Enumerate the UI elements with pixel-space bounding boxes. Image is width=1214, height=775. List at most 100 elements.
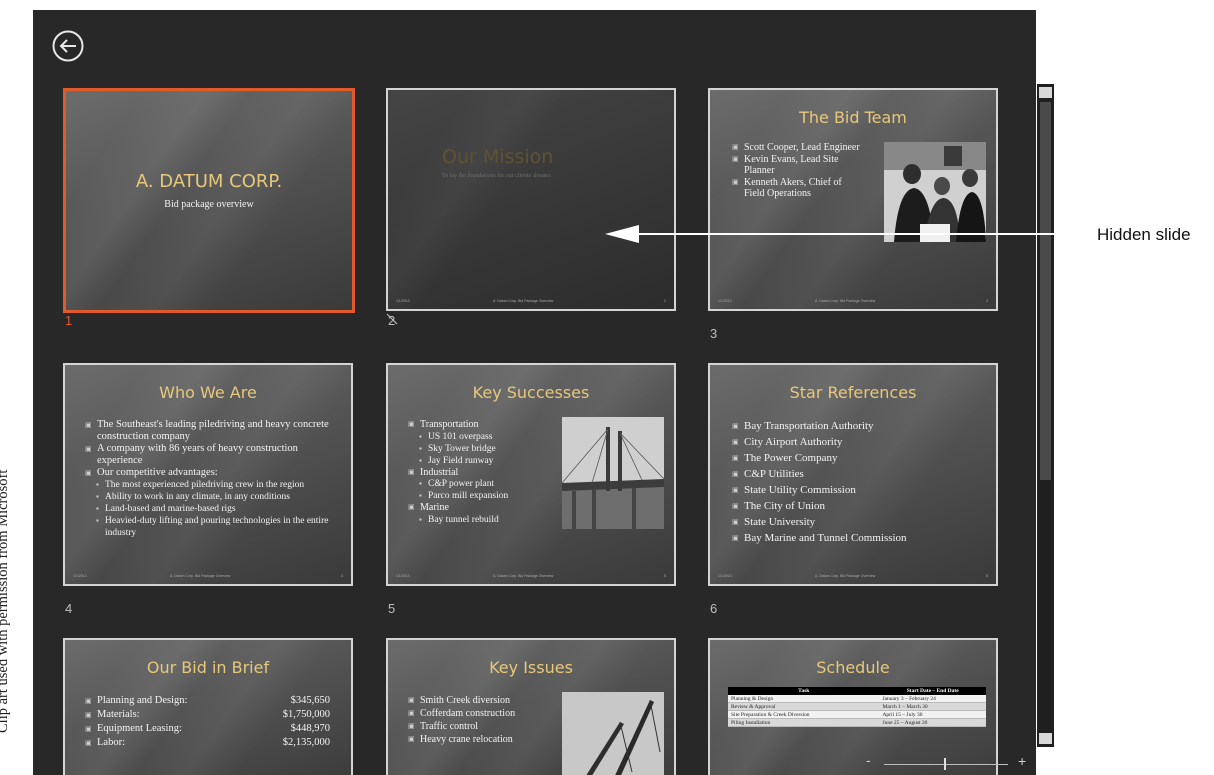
- slide-thumbnail-3[interactable]: The Bid Team Scott Cooper, Lead Engineer…: [708, 88, 998, 311]
- bullet: C&P Utilities: [732, 466, 982, 482]
- slide-footer-number: 2: [664, 299, 666, 303]
- back-arrow-icon[interactable]: [52, 30, 84, 62]
- table-cell: June 25 – August 20: [879, 718, 986, 727]
- bullet: Traffic control: [408, 720, 568, 733]
- slide-footer-number: 6: [986, 574, 988, 578]
- image-credit: Clip art used with permission from Micro…: [0, 469, 11, 733]
- slide-title: Our Mission: [442, 146, 554, 168]
- schedule-table: Task Start Date – End Date Planning & De…: [728, 687, 986, 727]
- slide-title: The Bid Team: [799, 108, 907, 127]
- bullet: Cofferdam construction: [408, 707, 568, 720]
- slide-thumbnail-9[interactable]: Schedule Task Start Date – End Date Plan…: [708, 638, 998, 775]
- slide-number: 5: [388, 601, 396, 616]
- slide-title: A. DATUM CORP.: [135, 171, 283, 192]
- bid-row-amount: $345,650: [290, 695, 330, 706]
- slide-bullets: Transportation US 101 overpass Sky Tower…: [408, 419, 568, 526]
- bullet: Bay Transportation Authority: [732, 418, 982, 434]
- slide-number: 3: [710, 326, 718, 341]
- callout-line: [636, 233, 1081, 235]
- table-cell: Piling Installation: [728, 718, 880, 727]
- slide-footer-text: A. Datum Corp. Bid Package Overview: [170, 574, 231, 578]
- bullet: A company with 86 years of heavy constru…: [85, 443, 345, 467]
- bullet: State University: [732, 514, 982, 530]
- slide-thumbnail-4[interactable]: Who We Are The Southeast's leading piled…: [63, 363, 353, 586]
- slide-footer-number: 5: [664, 574, 666, 578]
- bullet: Scott Cooper, Lead Engineer: [732, 142, 862, 154]
- bullet: Bay Marine and Tunnel Commission: [732, 530, 982, 546]
- table-cell: Site Preparation & Creek Diversion: [728, 710, 880, 719]
- bullet: The Power Company: [732, 450, 982, 466]
- zoom-thumb[interactable]: [944, 758, 946, 770]
- slide-title: Key Successes: [472, 383, 590, 402]
- slide-title: Schedule: [816, 658, 890, 677]
- zoom-slider[interactable]: - +: [862, 752, 1032, 774]
- bid-row-label: Labor:: [97, 737, 125, 748]
- table-cell: March 1 – March 30: [879, 702, 986, 711]
- table-cell: Planning & Design: [728, 695, 880, 703]
- bid-row-label: Materials:: [97, 709, 140, 720]
- slide-footer-date: 1/1/2013: [718, 299, 732, 303]
- sub-bullet: Land-based and marine-based rigs: [85, 503, 345, 515]
- slide-bullets: Smith Creek diversion Cofferdam construc…: [408, 694, 568, 746]
- slide-bullets: Scott Cooper, Lead Engineer Kevin Evans,…: [732, 142, 862, 200]
- slide-thumbnail-5[interactable]: Key Successes Transportation US 101 over…: [386, 363, 676, 586]
- zoom-out-button[interactable]: -: [866, 752, 871, 768]
- slide-number: 4: [65, 601, 73, 616]
- team-photo: [884, 142, 986, 242]
- table-row: Site Preparation & Creek Diversion April…: [728, 710, 986, 719]
- scroll-up-button[interactable]: [1039, 87, 1052, 98]
- scroll-down-button[interactable]: [1039, 733, 1052, 744]
- bullet: Heavy crane relocation: [408, 733, 568, 746]
- hidden-slide-number: 2: [386, 313, 400, 328]
- crane-photo: [562, 692, 664, 775]
- bridge-photo: [562, 417, 664, 529]
- table-cell: April 15 – July 30: [879, 710, 986, 719]
- callout-label: Hidden slide: [1097, 225, 1191, 244]
- sub-bullet: US 101 overpass: [408, 431, 568, 443]
- slide-footer-text: A. Datum Corp. Bid Package Overview: [815, 299, 876, 303]
- bid-row: Equipment Leasing: $448,970: [85, 722, 330, 736]
- slide-footer-number: 3: [986, 299, 988, 303]
- slide-title: Key Issues: [489, 658, 573, 677]
- slide-footer-date: 1/1/2013: [718, 574, 732, 578]
- sub-bullet: Bay tunnel rebuild: [408, 514, 568, 526]
- slide-footer-date: 1/1/2013: [396, 574, 410, 578]
- sub-bullet: Sky Tower bridge: [408, 443, 568, 455]
- scrollbar-thumb[interactable]: [1040, 102, 1051, 480]
- zoom-track[interactable]: [884, 764, 1008, 765]
- bid-row-amount: $448,970: [290, 723, 330, 734]
- slide-footer-text: A. Datum Corp. Bid Package Overview: [493, 299, 554, 303]
- slide-number: 1: [65, 313, 73, 328]
- slide-footer-date: 1/1/2013: [396, 299, 410, 303]
- slide-sorter-window: A. DATUM CORP. Bid package overview 1 Ou…: [33, 10, 1036, 775]
- sub-bullet: Heavied-duty lifting and pouring technol…: [85, 515, 345, 539]
- slide-title: Our Bid in Brief: [146, 658, 270, 677]
- slide-subtitle: Bid package overview: [164, 199, 254, 210]
- slide-subtitle: To lay the foundations for our clients' …: [442, 173, 551, 179]
- slide-number: 6: [710, 601, 718, 616]
- bid-row-label: Equipment Leasing:: [97, 723, 182, 734]
- bullet: Transportation: [408, 419, 568, 431]
- bid-row: Planning and Design: $345,650: [85, 694, 330, 708]
- slide-thumbnail-8[interactable]: Key Issues Smith Creek diversion Cofferd…: [386, 638, 676, 775]
- slide-footer-number: 4: [341, 574, 343, 578]
- bid-row: Materials: $1,750,000: [85, 708, 330, 722]
- slide-title: Who We Are: [159, 383, 257, 402]
- zoom-in-button[interactable]: +: [1018, 753, 1026, 769]
- bid-row: Labor: $2,135,000: [85, 736, 330, 750]
- bullet: The Southeast's leading piledriving and …: [85, 419, 345, 443]
- bullet: State Utility Commission: [732, 482, 982, 498]
- slide-thumbnail-7[interactable]: Our Bid in Brief Planning and Design: $34…: [63, 638, 353, 775]
- bullet: City Airport Authority: [732, 434, 982, 450]
- vertical-scrollbar[interactable]: [1037, 84, 1054, 747]
- bullet: Marine: [408, 502, 568, 514]
- sub-bullet: C&P power plant: [408, 478, 568, 490]
- table-row: Review & Approval March 1 – March 30: [728, 702, 986, 711]
- callout-arrowhead: [605, 225, 639, 243]
- slide-bullets: Bay Transportation Authority City Airpor…: [732, 418, 982, 546]
- slide-thumbnail-1[interactable]: A. DATUM CORP. Bid package overview: [63, 88, 355, 313]
- slide-thumbnail-2[interactable]: Our Mission To lay the foundations for o…: [386, 88, 676, 311]
- slide-thumbnail-6[interactable]: Star References Bay Transportation Autho…: [708, 363, 998, 586]
- bullet: Our competitive advantages:: [85, 467, 345, 479]
- table-row: Planning & Design January 3 – February 2…: [728, 695, 986, 703]
